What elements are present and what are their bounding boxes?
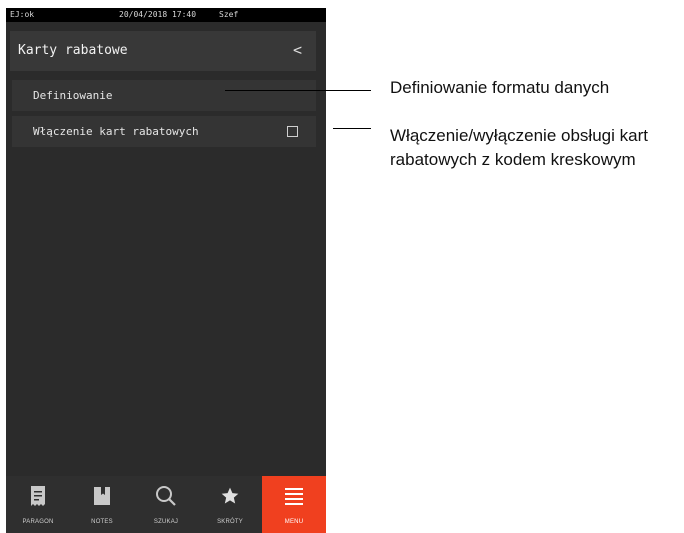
nav-paragon[interactable]: PARAGON — [6, 476, 70, 533]
callout-line-definiowanie — [225, 90, 371, 91]
callout-line-wlaczenie — [333, 128, 371, 129]
callout-wlaczenie: Włączenie/wyłączenie obsługi kart rabato… — [390, 126, 648, 169]
menu-item-label: Włączenie kart rabatowych — [33, 125, 199, 138]
menu-icon — [262, 484, 326, 508]
nav-label: MENU — [284, 519, 304, 525]
back-chevron-icon[interactable]: < — [293, 41, 302, 59]
nav-menu[interactable]: MENU — [262, 476, 326, 533]
user-name: Szef — [219, 10, 239, 19]
nav-szukaj[interactable]: SZUKAJ — [134, 476, 198, 533]
page-title: Karty rabatowe — [18, 43, 128, 58]
bottom-navbar: PARAGON NOTES SZUKAJ SKRÓTY MENU — [6, 476, 326, 533]
menu-item-definiowanie[interactable]: Definiowanie — [12, 80, 316, 111]
enable-cards-checkbox[interactable] — [287, 126, 298, 137]
menu-item-wlaczenie-kart[interactable]: Włączenie kart rabatowych — [12, 116, 316, 147]
ej-status: EJ:ok — [10, 10, 35, 19]
page-header: Karty rabatowe < — [10, 31, 316, 71]
notebook-icon — [70, 484, 134, 508]
nav-skroty[interactable]: SKRÓTY — [198, 476, 262, 533]
menu-item-label: Definiowanie — [33, 89, 113, 102]
device-screen: EJ:ok 20/04/2018 17:40 Szef Karty rabato… — [6, 8, 326, 533]
receipt-icon — [6, 484, 70, 508]
star-icon — [198, 484, 262, 508]
nav-notes[interactable]: NOTES — [70, 476, 134, 533]
nav-label: SKRÓTY — [217, 519, 243, 525]
search-icon — [134, 484, 198, 508]
datetime: 20/04/2018 17:40 — [119, 10, 197, 19]
nav-label: SZUKAJ — [153, 519, 179, 525]
callout-definiowanie: Definiowanie formatu danych — [390, 78, 610, 97]
nav-label: NOTES — [91, 519, 113, 525]
nav-label: PARAGON — [22, 519, 54, 525]
status-bar: EJ:ok 20/04/2018 17:40 Szef — [6, 8, 326, 22]
